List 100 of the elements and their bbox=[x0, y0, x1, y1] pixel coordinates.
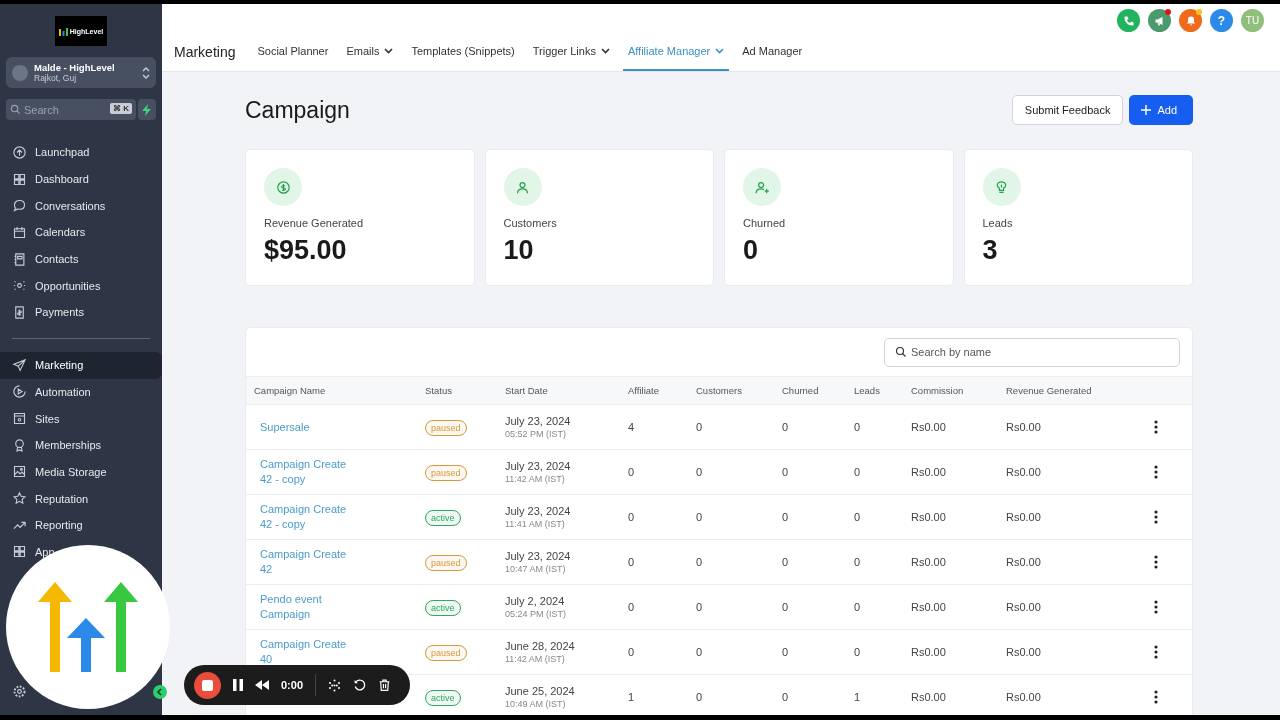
trash-icon[interactable] bbox=[378, 678, 392, 692]
sidebar-item[interactable]: Dashboard bbox=[0, 165, 162, 193]
table-cell: Rs0.00 bbox=[1006, 646, 1041, 658]
chevron-icon bbox=[142, 66, 150, 79]
table-cell: Rs0.00 bbox=[911, 646, 946, 658]
sidebar-item[interactable]: Contacts bbox=[0, 245, 162, 273]
status-badge: active bbox=[425, 690, 461, 706]
pause-icon[interactable] bbox=[233, 679, 243, 691]
help-button[interactable]: ? bbox=[1210, 9, 1233, 32]
table-cell: 0 bbox=[854, 646, 861, 658]
nav-icon bbox=[12, 491, 27, 507]
nav-icon bbox=[12, 357, 27, 373]
feedback-button[interactable]: Submit Feedback bbox=[1011, 95, 1124, 125]
quick-action-button[interactable] bbox=[138, 99, 156, 120]
more-icon[interactable] bbox=[1154, 465, 1158, 479]
table-cell: Rs0.00 bbox=[911, 421, 946, 433]
nav-icon bbox=[12, 304, 27, 320]
nav-tab[interactable]: Templates (Snippets) bbox=[406, 33, 520, 71]
table-cell: 0 bbox=[854, 556, 861, 568]
table-cell: Rs0.00 bbox=[1006, 556, 1041, 568]
table-cell: Rs0.00 bbox=[911, 601, 946, 613]
stat-icon bbox=[503, 168, 542, 206]
table-cell: 0 bbox=[782, 601, 789, 613]
sidebar-item[interactable]: Calendars bbox=[0, 219, 162, 246]
chevron-left-icon bbox=[156, 688, 164, 696]
sidebar-item[interactable]: Media Storage bbox=[0, 458, 162, 486]
more-icon[interactable] bbox=[1154, 690, 1158, 704]
account-switcher[interactable]: Malde - HighLevel Rajkot, Guj bbox=[6, 57, 156, 88]
table-cell: Rs0.00 bbox=[1006, 601, 1041, 613]
start-date: July 23, 2024 bbox=[505, 505, 572, 517]
status-badge: paused bbox=[425, 465, 467, 481]
table-cell: 0 bbox=[696, 601, 703, 613]
phone-button[interactable] bbox=[1117, 9, 1140, 32]
table-cell: 0 bbox=[628, 556, 635, 568]
nav-tab[interactable]: Ad Manager bbox=[737, 33, 808, 71]
table-cell: 0 bbox=[628, 601, 635, 613]
table-cell: 1 bbox=[628, 691, 635, 703]
sidebar-item[interactable]: Launchpad bbox=[0, 139, 162, 166]
stop-button[interactable] bbox=[194, 671, 221, 699]
add-button[interactable]: Add bbox=[1129, 95, 1193, 125]
table-cell: 0 bbox=[782, 421, 789, 433]
search-field[interactable]: Search by name bbox=[884, 337, 1180, 367]
table-cell: 0 bbox=[696, 691, 703, 703]
more-icon[interactable] bbox=[1154, 645, 1158, 659]
start-date: June 28, 2024 bbox=[505, 640, 576, 652]
table-cell: 0 bbox=[854, 421, 861, 433]
arrows-logo-icon bbox=[38, 582, 138, 672]
nav-icon bbox=[12, 544, 27, 560]
table-cell: Rs0.00 bbox=[911, 556, 946, 568]
sidebar-item[interactable]: Reputation bbox=[0, 485, 162, 512]
recording-time: 0:00 bbox=[281, 679, 304, 691]
more-icon[interactable] bbox=[1154, 600, 1158, 614]
phone-icon bbox=[1122, 14, 1135, 27]
grid-dots-icon[interactable] bbox=[328, 678, 342, 692]
more-icon[interactable] bbox=[1154, 420, 1158, 434]
sidebar-item[interactable]: Sites bbox=[0, 405, 162, 432]
table-cell: Rs0.00 bbox=[911, 511, 946, 523]
nav-icon bbox=[12, 198, 27, 214]
sidebar-item[interactable]: Reporting bbox=[0, 511, 162, 539]
stat-icon bbox=[743, 168, 781, 206]
table-cell: 0 bbox=[628, 646, 635, 658]
sidebar-item[interactable]: Automation bbox=[0, 378, 162, 406]
more-icon[interactable] bbox=[1154, 510, 1158, 524]
nav-icon bbox=[12, 411, 27, 427]
column-header: Commission bbox=[911, 385, 965, 396]
nav-icon bbox=[12, 384, 27, 400]
table-cell: 0 bbox=[782, 646, 789, 658]
rewind-icon[interactable] bbox=[255, 680, 269, 690]
sidebar-item[interactable]: Opportunities bbox=[0, 272, 162, 300]
search-icon bbox=[10, 104, 21, 115]
table-cell: 1 bbox=[854, 691, 861, 703]
nav-icon bbox=[12, 224, 27, 240]
stat-value: 0 bbox=[743, 235, 760, 266]
sidebar-item[interactable]: Conversations bbox=[0, 192, 162, 220]
sidebar-item[interactable]: Marketing bbox=[0, 351, 162, 379]
table-cell: 0 bbox=[696, 421, 703, 433]
page-title: Campaign bbox=[245, 96, 351, 124]
more-icon[interactable] bbox=[1154, 555, 1158, 569]
start-time: 05:52 PM (IST) bbox=[505, 429, 568, 439]
table-cell: Rs0.00 bbox=[1006, 421, 1041, 433]
stat-icon bbox=[264, 168, 302, 206]
nav-tab[interactable]: Emails bbox=[341, 33, 399, 71]
stat-label: Leads bbox=[982, 217, 1014, 229]
table-cell: 0 bbox=[854, 511, 861, 523]
column-header: Leads bbox=[854, 385, 881, 396]
nav-tab[interactable]: Trigger Links bbox=[527, 33, 615, 71]
start-time: 11:42 AM (IST) bbox=[505, 474, 566, 484]
shortcut-badge: ⌘ K bbox=[110, 103, 132, 114]
restart-icon[interactable] bbox=[353, 678, 367, 692]
table-cell: 0 bbox=[628, 511, 635, 523]
nav-tab[interactable]: Affiliate Manager bbox=[622, 33, 730, 71]
megaphone-button[interactable] bbox=[1148, 9, 1171, 32]
table-cell: 0 bbox=[782, 511, 789, 523]
logo-icon bbox=[58, 26, 68, 36]
sidebar-item[interactable]: Payments bbox=[0, 299, 162, 326]
nav-icon bbox=[12, 464, 27, 480]
sidebar-item[interactable]: Memberships bbox=[0, 431, 162, 459]
settings-icon[interactable] bbox=[12, 684, 27, 699]
notification-button[interactable] bbox=[1179, 9, 1202, 32]
nav-tab[interactable]: Social Planner bbox=[252, 33, 334, 71]
